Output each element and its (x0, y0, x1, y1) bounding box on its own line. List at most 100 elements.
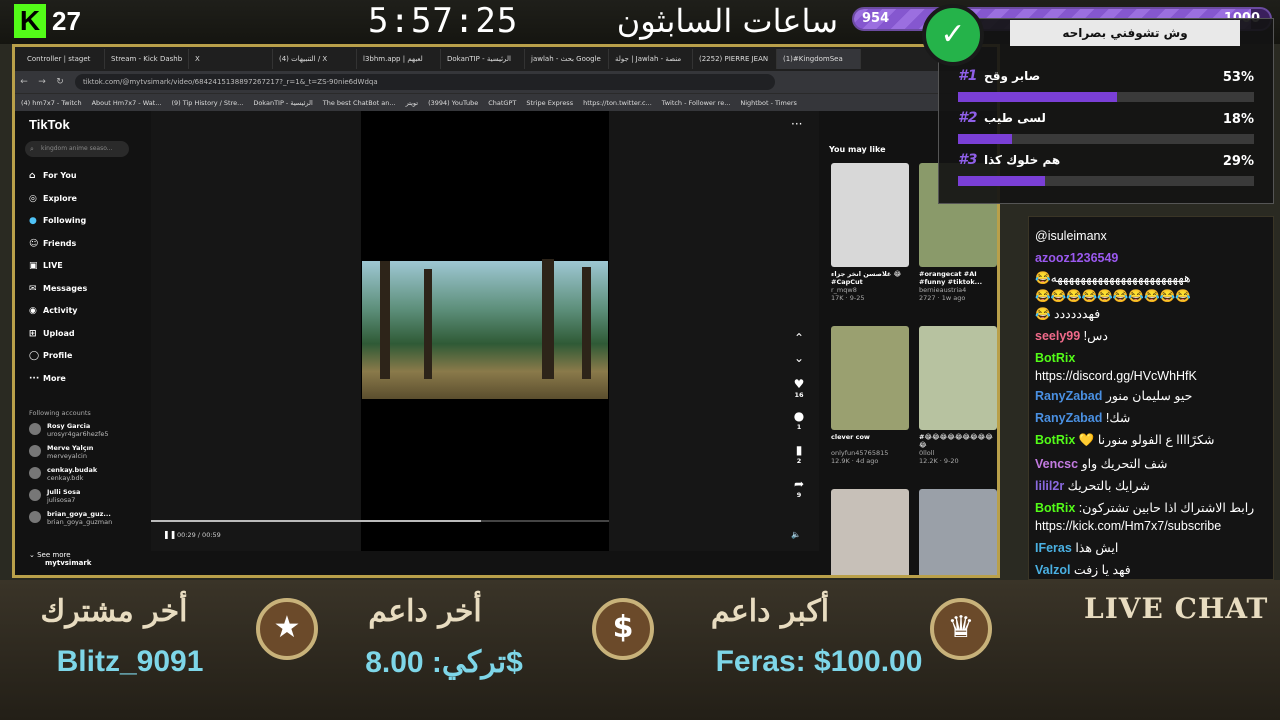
chat-username[interactable]: RanyZabad (1035, 389, 1102, 403)
chat-username[interactable]: seely99 (1035, 329, 1080, 343)
video-time: 00:29 / 00:59 (177, 531, 221, 539)
browser-tab[interactable]: l3bhm.app | لعبهم (357, 49, 441, 69)
bookmark-item[interactable]: (3994) YouTube (428, 99, 478, 107)
browser-tab[interactable]: (2252) PIERRE JEAN (693, 49, 777, 69)
more-options-icon[interactable]: ··· (791, 117, 802, 131)
bookmarks-bar: (4) hm7x7 - Twitch About Hm7x7 - Wat... (9… (15, 93, 997, 111)
poll-option-label: صابر وقح (984, 69, 1041, 83)
bookmark-item[interactable]: Nightbot - Timers (740, 99, 797, 107)
recommended-video[interactable] (831, 489, 909, 575)
chat-message: lilil2r شرايك بالتحريك (1035, 477, 1271, 495)
compass-icon: ◎ (29, 193, 37, 204)
bookmark-item[interactable]: (9) Tip History / Stre... (171, 99, 243, 107)
share-icon: ➦ (793, 477, 805, 491)
share-button[interactable]: ➦ 9 (789, 477, 809, 499)
sidebar-item-label: Upload (43, 328, 75, 338)
forward-icon[interactable]: → (33, 77, 51, 87)
account-name: brian_goya_guz... (47, 510, 111, 518)
bookmark-item[interactable]: ChatGPT (488, 99, 516, 107)
sidebar-item-label: For You (43, 171, 77, 180)
dollar-icon: $ (592, 598, 654, 660)
chat-username[interactable]: azooz1236549 (1035, 251, 1118, 265)
sidebar-item-following[interactable]: ● Following (29, 214, 86, 228)
search-input[interactable]: ⌕ kingdom anime seaso... (25, 141, 129, 157)
bookmark-item[interactable]: DokanTIP - الرئيسية (253, 99, 312, 107)
live-chat-panel: @isuleimanx azooz1236549 😂ههههههههههههههه… (1028, 216, 1274, 580)
bookmark-item[interactable]: Twitch - Follower re... (662, 99, 731, 107)
volume-icon[interactable]: 🔈 (791, 530, 801, 539)
sidebar-item-for-you[interactable]: ⌂ For You (29, 169, 77, 183)
sidebar-item-more[interactable]: ··· More (29, 372, 66, 386)
goal-current: 954 (862, 11, 890, 26)
sidebar-item-upload[interactable]: ⊞ Upload (29, 327, 75, 341)
bookmark-item[interactable]: (4) hm7x7 - Twitch (21, 99, 82, 107)
bookmark-item[interactable]: Stripe Express (526, 99, 573, 107)
account-name: Merve Yalçın (47, 444, 94, 452)
poll-option-bar-fill (958, 176, 1045, 186)
avatar (29, 489, 41, 501)
like-count: 16 (794, 391, 804, 399)
scroll-down-icon[interactable]: ⌄ (789, 351, 809, 365)
browser-tab[interactable]: جولة | Jawlah - منصة (609, 49, 693, 69)
recommended-video[interactable] (919, 489, 997, 575)
video-thumbnail (831, 163, 909, 267)
sidebar-item-live[interactable]: ▣ LIVE (29, 259, 63, 273)
poll-option-bar (958, 92, 1254, 102)
browser-tab[interactable]: (4) التنبيهات / X (273, 49, 357, 69)
save-button[interactable]: ▮ 2 (789, 443, 809, 465)
browser-tab[interactable]: X (189, 49, 273, 69)
chat-username[interactable]: IFeras (1035, 541, 1072, 555)
browser-tab[interactable]: Stream - Kick Dashb (105, 49, 189, 69)
video-right-pad (609, 111, 819, 551)
chat-username[interactable]: BotRix (1035, 501, 1075, 515)
browser-tab[interactable]: (1)#KingdomSea (777, 49, 861, 69)
sidebar-item-profile[interactable]: ◯ Profile (29, 349, 72, 363)
chat-text: ايش هذا (1075, 541, 1119, 555)
chat-message: 😂هههههههههههههههههههههههه (1035, 269, 1271, 287)
recommended-video[interactable]: غلاصسن انخر جزاء 😂 #CapCut #اكسبلور_لايك… (831, 163, 909, 302)
chat-username[interactable]: Vencsc (1035, 457, 1078, 471)
like-button[interactable]: ♥ 16 (789, 377, 809, 399)
sidebar-item-activity[interactable]: ◉ Activity (29, 304, 78, 318)
back-icon[interactable]: ← (15, 77, 33, 87)
browser-tab[interactable]: DokanTIP - الرئيسية (441, 49, 525, 69)
reload-icon[interactable]: ↻ (51, 77, 69, 87)
more-icon: ··· (29, 373, 40, 384)
captured-browser-window: Controller | staget Stream - Kick Dashb X(… (12, 44, 1000, 578)
bookmark-item[interactable]: The best ChatBot an... (323, 99, 396, 107)
browser-tab[interactable]: Controller | staget (21, 49, 105, 69)
chat-message: 😂😂😂😂😂😂😂😂😂😂 (1035, 287, 1271, 305)
chat-username[interactable]: BotRix (1035, 433, 1075, 447)
address-bar[interactable]: tiktok.com/@mytvsimark/video/68424151388… (75, 74, 775, 90)
chat-username[interactable]: RanyZabad (1035, 411, 1102, 425)
chat-message: BotRix :رابط الاشتراك اذا حابين تشتركون (1035, 499, 1271, 517)
recommended-video[interactable]: clever cow onlyfun45765815 12.9K · 4d ago (831, 326, 909, 465)
recommended-video[interactable]: #😂😂😂😂😂😂😂😂😂😂 0lloll 12.2K · 9-20 (919, 326, 997, 465)
bookmark-item[interactable]: About Hm7x7 - Wat... (92, 99, 162, 107)
bookmark-item[interactable]: https://ton.twitter.c... (583, 99, 652, 107)
scroll-up-icon[interactable]: ⌃ (789, 331, 809, 345)
chat-username[interactable]: BotRix (1035, 351, 1075, 365)
poll-option-bar (958, 176, 1254, 186)
bookmark-item[interactable]: تويتر (406, 99, 419, 107)
browser-tab[interactable]: jawlah - بحث Google (525, 49, 609, 69)
crown-icon: ♛ (930, 598, 992, 660)
chat-username[interactable]: Valzol (1035, 563, 1070, 577)
subathon-timer: 5:57:25 (368, 1, 519, 41)
tree-trunk (582, 267, 591, 379)
sidebar-item-explore[interactable]: ◎ Explore (29, 192, 77, 206)
sidebar-item-label: Following (43, 216, 87, 225)
chat-username[interactable]: lilil2r (1035, 479, 1064, 493)
tiktok-logo[interactable]: TikTok (29, 117, 70, 132)
video-player[interactable]: ❚❚ 00:29 / 00:59 🔈 ··· ⌃ ⌄ ♥ 16 ● 1 ▮ 2 … (151, 111, 819, 551)
account-name: Rosy Garcia (47, 422, 91, 430)
star-icon: ★ (256, 598, 318, 660)
comment-button[interactable]: ● 1 (789, 409, 809, 431)
sidebar-item-messages[interactable]: ✉ Messages (29, 282, 87, 296)
pause-icon[interactable]: ❚❚ (163, 530, 176, 539)
video-author[interactable]: mytvsimark (45, 559, 91, 567)
video-progress-bar[interactable] (151, 520, 609, 522)
see-more-link[interactable]: ⌄ See more (29, 551, 71, 559)
poll-option-percent: 53% (1222, 70, 1254, 85)
sidebar-item-friends[interactable]: ☺ Friends (29, 237, 76, 251)
